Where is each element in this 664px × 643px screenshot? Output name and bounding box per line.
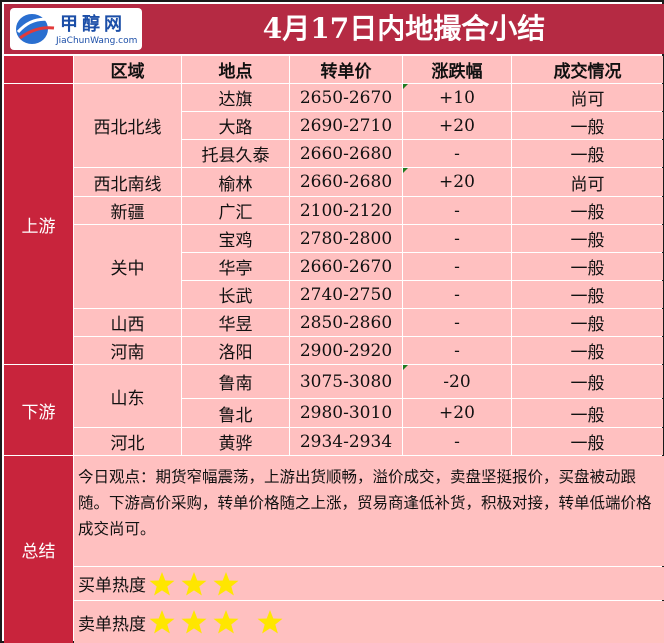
table-cell-place: 达旗	[182, 84, 289, 111]
table-cell-price: 2934-2934	[290, 428, 402, 455]
page-title: 4月17日内地撮合小结	[262, 12, 546, 45]
table-cell-place: 榆林	[182, 168, 289, 196]
table-cell-place: 华昱	[182, 309, 289, 336]
star-icon	[213, 610, 239, 634]
table-cell-status: 一般	[512, 140, 663, 167]
table-cell-change: +20	[403, 112, 511, 139]
star-icon	[149, 571, 175, 595]
star-icon	[213, 571, 239, 595]
region-cell: 西北南线	[74, 168, 181, 196]
table-cell-place: 鲁北	[182, 399, 289, 427]
table-cell-status: 尚可	[512, 168, 663, 196]
star-icon	[181, 571, 207, 595]
table-cell-status: 一般	[512, 428, 663, 455]
globe-icon	[16, 14, 55, 44]
sell-heat-stars	[148, 609, 288, 635]
table-cell-price: 2900-2920	[290, 337, 402, 364]
buy-heat-label: 买单热度	[78, 576, 146, 596]
region-cell: 关中	[74, 225, 181, 308]
table-cell-price: 2740-2750	[290, 281, 402, 308]
table-cell-price: 2660-2670	[290, 253, 402, 280]
table-cell-status: 一般	[512, 309, 663, 336]
summary-text: 今日观点：期货窄幅震荡，上游出货顺畅，溢价成交，卖盘坚挺报价，买盘被动跟随。下游…	[78, 468, 652, 538]
region-cell: 新疆	[74, 197, 181, 224]
corner-cell	[4, 56, 73, 83]
table-cell-place: 黄骅	[182, 428, 289, 455]
table-cell-change: -	[403, 281, 511, 308]
table-cell-place: 洛阳	[182, 337, 289, 364]
buy-heat: 买单热度	[78, 567, 244, 600]
table-cell-status: 一般	[512, 253, 663, 280]
section-label: 总结	[4, 456, 73, 643]
region-cell: 西北北线	[74, 84, 181, 167]
column-header: 涨跌幅	[403, 56, 511, 83]
table-cell-change: -	[403, 428, 511, 455]
sell-heat: 卖单热度	[78, 601, 288, 643]
table-cell-place: 华亭	[182, 253, 289, 280]
section-label: 下游	[4, 365, 73, 455]
table-cell-change: +20	[403, 168, 511, 196]
region-cell: 山东	[74, 365, 181, 427]
table-cell-price: 2780-2800	[290, 225, 402, 252]
column-header: 成交情况	[512, 56, 663, 83]
table-cell-price: 2660-2680	[290, 140, 402, 167]
title-bar: 甲醇网 JiaChunWang.com 4月17日内地撮合小结	[4, 4, 664, 54]
report-frame: 甲醇网 JiaChunWang.com 4月17日内地撮合小结 区域 地点 转单价涨…	[0, 0, 664, 643]
region-cell: 河北	[74, 428, 181, 455]
table-cell-place: 大路	[182, 112, 289, 139]
table-cell-place: 鲁南	[182, 365, 289, 398]
sell-heat-label: 卖单热度	[78, 614, 146, 635]
table-cell-status: 一般	[512, 112, 663, 139]
table-cell-status: 一般	[512, 337, 663, 364]
table-cell-status: 一般	[512, 281, 663, 308]
table-cell-change: -	[403, 140, 511, 167]
table-cell-place: 宝鸡	[182, 225, 289, 252]
table-cell-place: 托县久泰	[182, 140, 289, 167]
table-cell-place: 广汇	[182, 197, 289, 224]
site-logo: 甲醇网 JiaChunWang.com	[10, 8, 142, 50]
table-cell-change: -	[403, 253, 511, 280]
table-cell-change: -	[403, 197, 511, 224]
buy-heat-stars	[148, 571, 244, 597]
region-cell: 山西	[74, 309, 181, 336]
table-cell-status: 一般	[512, 225, 663, 252]
table-cell-change: +20	[403, 399, 511, 427]
column-header: 地点	[182, 56, 289, 83]
star-icon	[257, 610, 283, 634]
column-header: 转单价	[290, 56, 402, 83]
column-header: 区域	[74, 56, 181, 83]
section-label: 上游	[4, 84, 73, 364]
cell-comment-mark	[403, 168, 408, 173]
table-cell-status: 一般	[512, 197, 663, 224]
star-icon	[181, 610, 207, 634]
table-cell-price: 2660-2680	[290, 168, 402, 196]
table-cell-status: 一般	[512, 365, 663, 398]
table-cell-price: 2850-2860	[290, 309, 402, 336]
table-cell-price: 2690-2710	[290, 112, 402, 139]
table-cell-place: 长武	[182, 281, 289, 308]
region-cell: 河南	[74, 337, 181, 364]
table-cell-change: -	[403, 225, 511, 252]
cell-comment-mark	[403, 84, 408, 89]
logo-english-name: JiaChunWang.com	[56, 36, 138, 46]
cell-comment-mark	[403, 365, 408, 370]
table-cell-change: -	[403, 337, 511, 364]
table-cell-change: -20	[403, 365, 511, 398]
logo-chinese-name: 甲醇网	[60, 14, 126, 35]
table-cell-price: 3075-3080	[290, 365, 402, 398]
table-cell-change: +10	[403, 84, 511, 111]
table-cell-status: 一般	[512, 399, 663, 427]
star-icon	[149, 610, 175, 634]
table-cell-price: 2980-3010	[290, 399, 402, 427]
table-cell-price: 2650-2670	[290, 84, 402, 111]
table-cell-price: 2100-2120	[290, 197, 402, 224]
table-cell-status: 尚可	[512, 84, 663, 111]
table-cell-change: -	[403, 309, 511, 336]
